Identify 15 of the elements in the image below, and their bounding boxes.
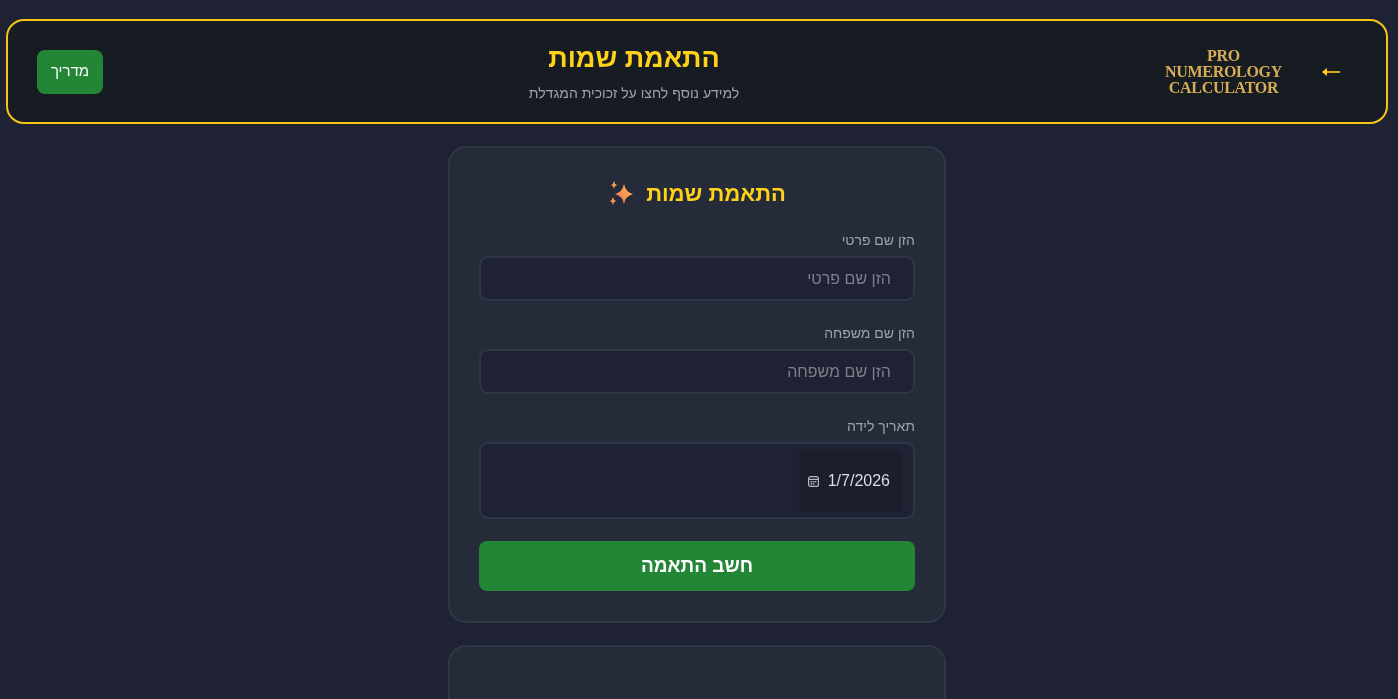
date-input-field[interactable]: 1/7/2026 (798, 451, 902, 511)
page-subtitle: למידע נוסף לחצו על זכוכית המגדלת (528, 83, 740, 103)
guide-button[interactable]: מדריך (37, 49, 103, 94)
form-title: התאמת שמות (646, 180, 786, 208)
logo-text: PRO NUMEROLOGY CALCULATOR (1165, 47, 1282, 96)
field-label: תאריך לידה (847, 417, 915, 436)
text-input-field[interactable]: הזן שם משפחה (479, 349, 915, 394)
sparkles-icon (608, 181, 635, 207)
calculate-button[interactable]: חשב התאמה (479, 541, 915, 591)
page-title: התאמת שמות (547, 41, 721, 75)
field-label: הזן שם פרטי (841, 231, 915, 250)
field-label: הזן שם משפחה (824, 324, 915, 343)
back-arrow-icon[interactable] (1322, 66, 1340, 77)
calendar-icon[interactable] (807, 475, 819, 487)
text-input-field[interactable]: הזן שם פרטי (479, 256, 915, 301)
